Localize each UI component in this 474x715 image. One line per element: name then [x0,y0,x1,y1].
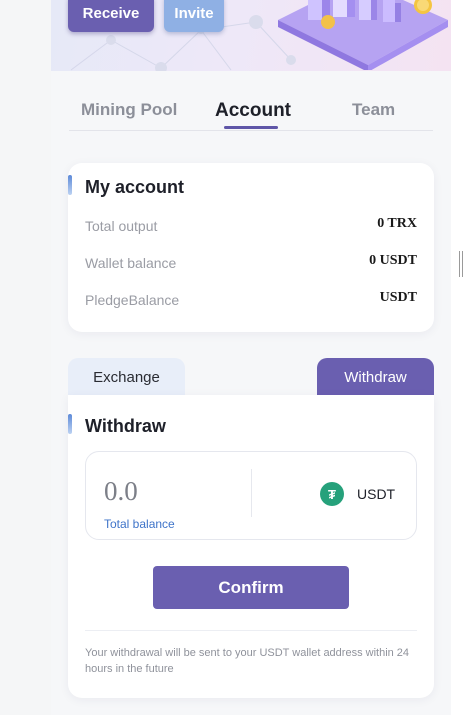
active-tab-indicator [224,126,278,129]
total-output-label: Total output [85,218,158,234]
tab-account[interactable]: Account [215,100,291,122]
receive-button[interactable]: Receive [68,0,154,32]
withdraw-amount-input[interactable]: 0.0 [104,476,138,507]
currency-label: USDT [357,486,396,502]
invite-button[interactable]: Invite [164,0,224,32]
wallet-balance-label: Wallet balance [85,255,177,271]
crypto-city-illustration [278,0,448,70]
tab-mining-pool[interactable]: Mining Pool [81,100,177,120]
tether-icon: ₮ [320,482,344,506]
withdraw-amount-box: 0.0 Total balance ₮ USDT [85,451,417,540]
account-title: My account [85,177,185,197]
scrollbar-handle[interactable] [459,251,463,277]
withdraw-note: Your withdrawal will be sent to your USD… [85,647,410,675]
section-accent-bar [68,414,72,434]
section-accent-bar [68,175,72,195]
pledge-balance-value: USDT [379,290,417,305]
header-banner: Receive Invite [51,0,451,71]
app-container: Receive Invite Mining Pool Account Team … [51,0,451,715]
page-background-left [0,0,51,715]
tab-withdraw[interactable]: Withdraw [317,358,434,396]
confirm-button[interactable]: Confirm [153,566,349,609]
page-background-right [451,0,474,715]
divider [85,630,417,631]
withdraw-title: Withdraw [85,416,166,436]
total-output-value: 0 TRX [377,216,417,231]
withdraw-card: Withdraw 0.0 Total balance ₮ USDT Confir… [68,395,434,698]
wallet-balance-value: 0 USDT [369,253,417,268]
total-balance-link[interactable]: Total balance [104,517,175,531]
tab-exchange[interactable]: Exchange [68,358,185,396]
pledge-balance-label: PledgeBalance [85,292,180,308]
main-tabs: Mining Pool Account Team [69,96,433,131]
account-card: My account Total output 0 TRX Wallet bal… [68,163,434,332]
tab-team[interactable]: Team [352,100,395,120]
divider [251,469,252,517]
